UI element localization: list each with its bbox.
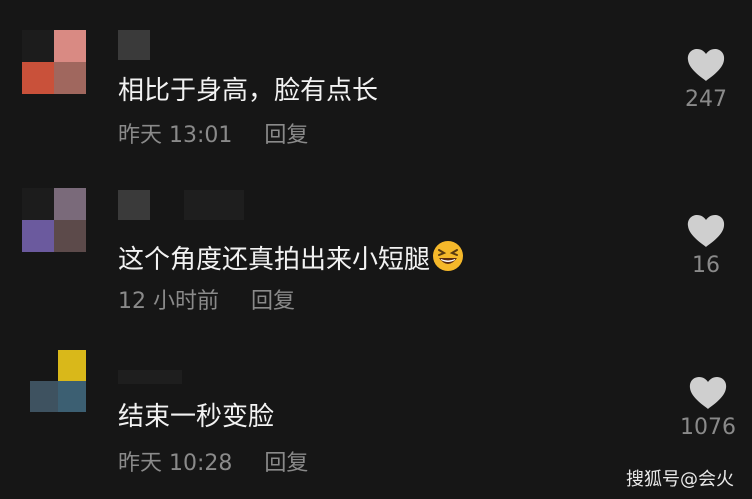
- comment-meta: 昨天 10:28 回复: [118, 450, 308, 478]
- reply-button[interactable]: 回复: [264, 122, 308, 150]
- comment-text-body: 这个角度还真拍出来小短腿: [118, 245, 431, 275]
- heart-icon: [687, 215, 725, 247]
- like-count: 1076: [680, 415, 736, 440]
- comment-text: 这个角度还真拍出来小短腿: [118, 240, 464, 277]
- avatar[interactable]: [22, 188, 86, 252]
- avatar-pixel: [22, 30, 54, 62]
- heart-icon: [689, 377, 727, 409]
- avatar-pixel: [22, 188, 54, 220]
- comment-time: 昨天 13:01: [118, 123, 233, 148]
- watermark: 搜狐号@会火: [626, 469, 734, 490]
- comment-time: 昨天 10:28: [118, 451, 233, 476]
- reply-button[interactable]: 回复: [264, 450, 308, 478]
- like-button[interactable]: 247: [670, 48, 742, 114]
- username-redacted[interactable]: [118, 190, 244, 220]
- avatar-pixel: [22, 220, 54, 252]
- redaction-block: [118, 190, 150, 220]
- like-count: 247: [685, 87, 727, 112]
- redaction-block: [118, 30, 150, 60]
- avatar-pixel: [58, 350, 86, 381]
- comment-meta: 昨天 13:01 回复: [118, 122, 308, 150]
- like-button[interactable]: 16: [670, 214, 742, 280]
- avatar-pixel: [22, 62, 54, 94]
- like-button[interactable]: 1076: [670, 376, 746, 442]
- comment-text: 结束一秒变脸: [118, 402, 275, 432]
- avatar-pixel: [54, 220, 86, 252]
- reply-button[interactable]: 回复: [251, 288, 295, 316]
- username-redacted[interactable]: [118, 30, 150, 60]
- avatar-pixel: [58, 381, 86, 412]
- avatar[interactable]: [22, 30, 86, 94]
- avatar-pixel: [30, 381, 58, 412]
- avatar-pixel: [54, 30, 86, 62]
- username-redacted[interactable]: [118, 370, 182, 400]
- avatar-pixel: [54, 188, 86, 220]
- avatar-pixel: [30, 350, 58, 381]
- comment-meta: 12 小时前 回复: [118, 288, 295, 316]
- heart-icon: [687, 49, 725, 81]
- avatar-pixel: [54, 62, 86, 94]
- like-count: 16: [692, 253, 720, 278]
- redaction-block: [118, 370, 182, 384]
- comment-time: 12 小时前: [118, 289, 219, 314]
- avatar[interactable]: [30, 350, 86, 412]
- comment-text: 相比于身高，脸有点长: [118, 76, 379, 106]
- redaction-block: [184, 190, 244, 220]
- grinning-squinting-face-icon: [433, 241, 464, 271]
